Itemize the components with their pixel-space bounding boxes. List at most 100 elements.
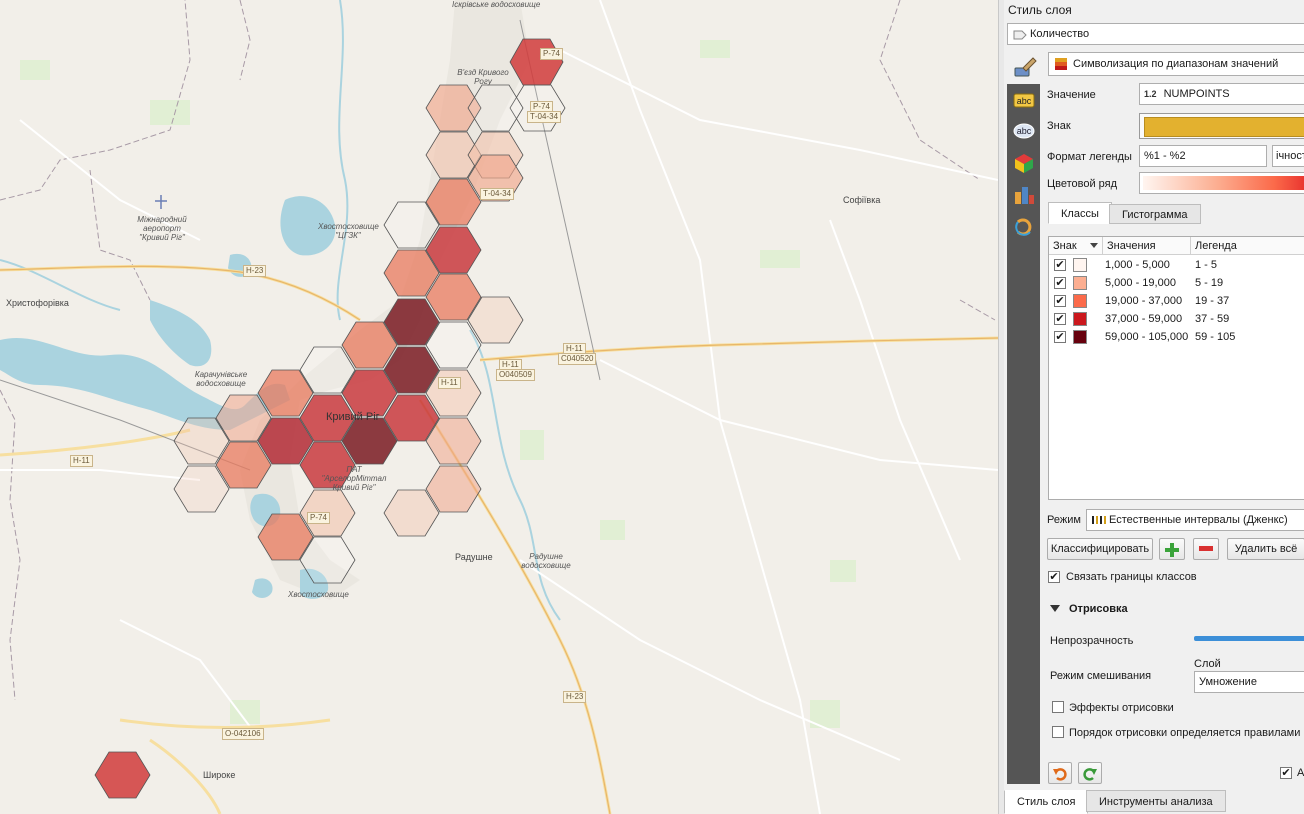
class-color-swatch[interactable] xyxy=(1073,312,1087,326)
renderer-select[interactable]: Символизация по диапазонам значений xyxy=(1048,52,1304,76)
rendering-header[interactable]: Отрисовка xyxy=(1069,603,1128,615)
class-visible-checkbox[interactable]: ✔ xyxy=(1054,259,1066,271)
legend-format-label: Формат легенды xyxy=(1047,151,1132,163)
class-visible-checkbox[interactable]: ✔ xyxy=(1054,295,1066,307)
class-row[interactable]: ✔ 59,000 - 105,000 59 - 105 xyxy=(1049,328,1304,346)
road-label: Т-04-34 xyxy=(527,111,562,123)
panel-title: Стиль слоя xyxy=(1008,3,1072,17)
color-ramp-label: Цветовой ряд xyxy=(1047,178,1118,190)
place-label: В'єзд Кривого Рогу xyxy=(457,68,509,86)
precision-spinbox[interactable]: ічност xyxy=(1272,145,1304,167)
layer-style-panel: Стиль слоя Количество Символизация по ди… xyxy=(1004,0,1304,814)
class-visible-checkbox[interactable]: ✔ xyxy=(1054,277,1066,289)
masks-icon[interactable]: abc xyxy=(1013,120,1035,142)
history-icon[interactable] xyxy=(1013,216,1035,238)
delete-all-button[interactable]: Удалить всё xyxy=(1227,538,1304,560)
link-bounds-checkbox[interactable]: ✔ xyxy=(1048,571,1060,583)
add-class-button[interactable] xyxy=(1159,538,1185,560)
labels-icon[interactable]: abc xyxy=(1013,90,1035,112)
class-legend[interactable]: 19 - 37 xyxy=(1195,292,1229,310)
classes-table[interactable]: Знак Значения Легенда ✔ 1,000 - 5,000 1 - … xyxy=(1048,236,1304,500)
class-values[interactable]: 19,000 - 37,000 xyxy=(1105,292,1182,310)
place-label: Софіївка xyxy=(843,195,881,205)
class-row[interactable]: ✔ 19,000 - 37,000 19 - 37 xyxy=(1049,292,1304,310)
column-header-values[interactable]: Значения xyxy=(1103,237,1191,255)
sort-arrow-icon xyxy=(1090,243,1098,248)
column-header-symbol[interactable]: Знак xyxy=(1049,237,1103,255)
place-label: Хвостосховище xyxy=(288,590,349,599)
diagrams-icon[interactable] xyxy=(1013,184,1035,206)
class-values[interactable]: 1,000 - 5,000 xyxy=(1105,256,1170,274)
road-label: Н-11 xyxy=(70,455,93,467)
tab-classes[interactable]: Классы xyxy=(1048,202,1112,224)
place-label: Міжнародний аеропорт "Кривий Ріг" xyxy=(137,215,187,242)
place-label: Радушне водосховище xyxy=(521,552,571,570)
place-label: Іскрівське водосховище xyxy=(452,0,541,9)
road-label: С040520 xyxy=(558,353,597,365)
place-label: Хвостосховище "ЦГЗК" xyxy=(318,222,379,240)
redo-button[interactable] xyxy=(1078,762,1102,784)
class-color-swatch[interactable] xyxy=(1073,258,1087,272)
symbol-preview xyxy=(1144,117,1304,137)
mode-select[interactable]: Естественные интервалы (Дженкс) xyxy=(1086,509,1304,531)
value-label: Значение xyxy=(1047,89,1096,101)
redo-icon xyxy=(1083,768,1097,781)
class-color-swatch[interactable] xyxy=(1073,294,1087,308)
class-legend[interactable]: 5 - 19 xyxy=(1195,274,1223,292)
class-color-swatch[interactable] xyxy=(1073,276,1087,290)
basemap xyxy=(0,0,998,814)
undo-button[interactable] xyxy=(1048,762,1072,784)
live-update-checkbox[interactable]: ✔ xyxy=(1280,767,1292,779)
class-values[interactable]: 59,000 - 105,000 xyxy=(1105,328,1188,346)
color-ramp-preview xyxy=(1143,176,1304,190)
class-values[interactable]: 5,000 - 19,000 xyxy=(1105,274,1176,292)
class-row[interactable]: ✔ 5,000 - 19,000 5 - 19 xyxy=(1049,274,1304,292)
road-label: Т-04-34 xyxy=(480,188,515,200)
class-legend[interactable]: 1 - 5 xyxy=(1195,256,1217,274)
place-label: ПАТ "АрселорМіттал Кривий Ріг" xyxy=(321,465,387,492)
style-sidebar: abc abc xyxy=(1007,84,1040,784)
column-header-legend[interactable]: Легенда xyxy=(1191,237,1304,255)
road-label: О-042106 xyxy=(222,728,264,740)
map-canvas[interactable]: Кривий Ріг Христофорівка Софіївка Радушн… xyxy=(0,0,998,814)
symbol-button[interactable] xyxy=(1139,113,1304,139)
classify-button[interactable]: Классифицировать xyxy=(1047,538,1153,560)
color-ramp-button[interactable] xyxy=(1139,172,1304,194)
place-label: Кривий Ріг xyxy=(326,411,380,423)
class-row[interactable]: ✔ 37,000 - 59,000 37 - 59 xyxy=(1049,310,1304,328)
layer-select[interactable]: Количество xyxy=(1007,23,1304,45)
class-legend[interactable]: 59 - 105 xyxy=(1195,328,1235,346)
place-label: Радушне xyxy=(455,552,493,562)
class-visible-checkbox[interactable]: ✔ xyxy=(1054,313,1066,325)
remove-class-button[interactable] xyxy=(1193,538,1219,560)
class-legend[interactable]: 37 - 59 xyxy=(1195,310,1229,328)
tab-histogram[interactable]: Гистограмма xyxy=(1109,204,1201,224)
road-label: О040509 xyxy=(496,369,535,381)
svg-text:abc: abc xyxy=(1017,96,1032,106)
graduated-renderer-icon xyxy=(1055,58,1067,70)
minus-icon xyxy=(1199,546,1213,551)
class-row[interactable]: ✔ 1,000 - 5,000 1 - 5 xyxy=(1049,256,1304,274)
class-visible-checkbox[interactable]: ✔ xyxy=(1054,331,1066,343)
value-field-name: NUMPOINTS xyxy=(1163,88,1230,100)
paint-brush-icon[interactable] xyxy=(1013,56,1037,78)
legend-format-input[interactable]: %1 - %2 xyxy=(1139,145,1267,167)
collapse-arrow-icon[interactable] xyxy=(1050,605,1060,613)
jenks-icon xyxy=(1092,516,1106,524)
symbol-label: Знак xyxy=(1047,120,1071,132)
opacity-slider[interactable] xyxy=(1194,636,1304,641)
effects-checkbox[interactable] xyxy=(1052,701,1064,713)
class-color-swatch[interactable] xyxy=(1073,330,1087,344)
rule-order-checkbox[interactable] xyxy=(1052,726,1064,738)
road-label: Н-11 xyxy=(438,377,461,389)
value-field-select[interactable]: 1.2 NUMPOINTS xyxy=(1139,83,1304,105)
svg-text:abc: abc xyxy=(1017,126,1032,136)
tab-layer-style[interactable]: Стиль слоя xyxy=(1004,790,1089,814)
class-values[interactable]: 37,000 - 59,000 xyxy=(1105,310,1182,328)
opacity-label: Непрозрачность xyxy=(1050,635,1134,647)
road-label: Н-23 xyxy=(563,691,587,703)
tab-analysis-tools[interactable]: Инструменты анализа xyxy=(1086,790,1226,812)
blend-mode-select[interactable]: Умножение xyxy=(1194,671,1304,693)
numeric-type-badge: 1.2 xyxy=(1144,89,1157,99)
3d-view-icon[interactable] xyxy=(1013,152,1035,174)
